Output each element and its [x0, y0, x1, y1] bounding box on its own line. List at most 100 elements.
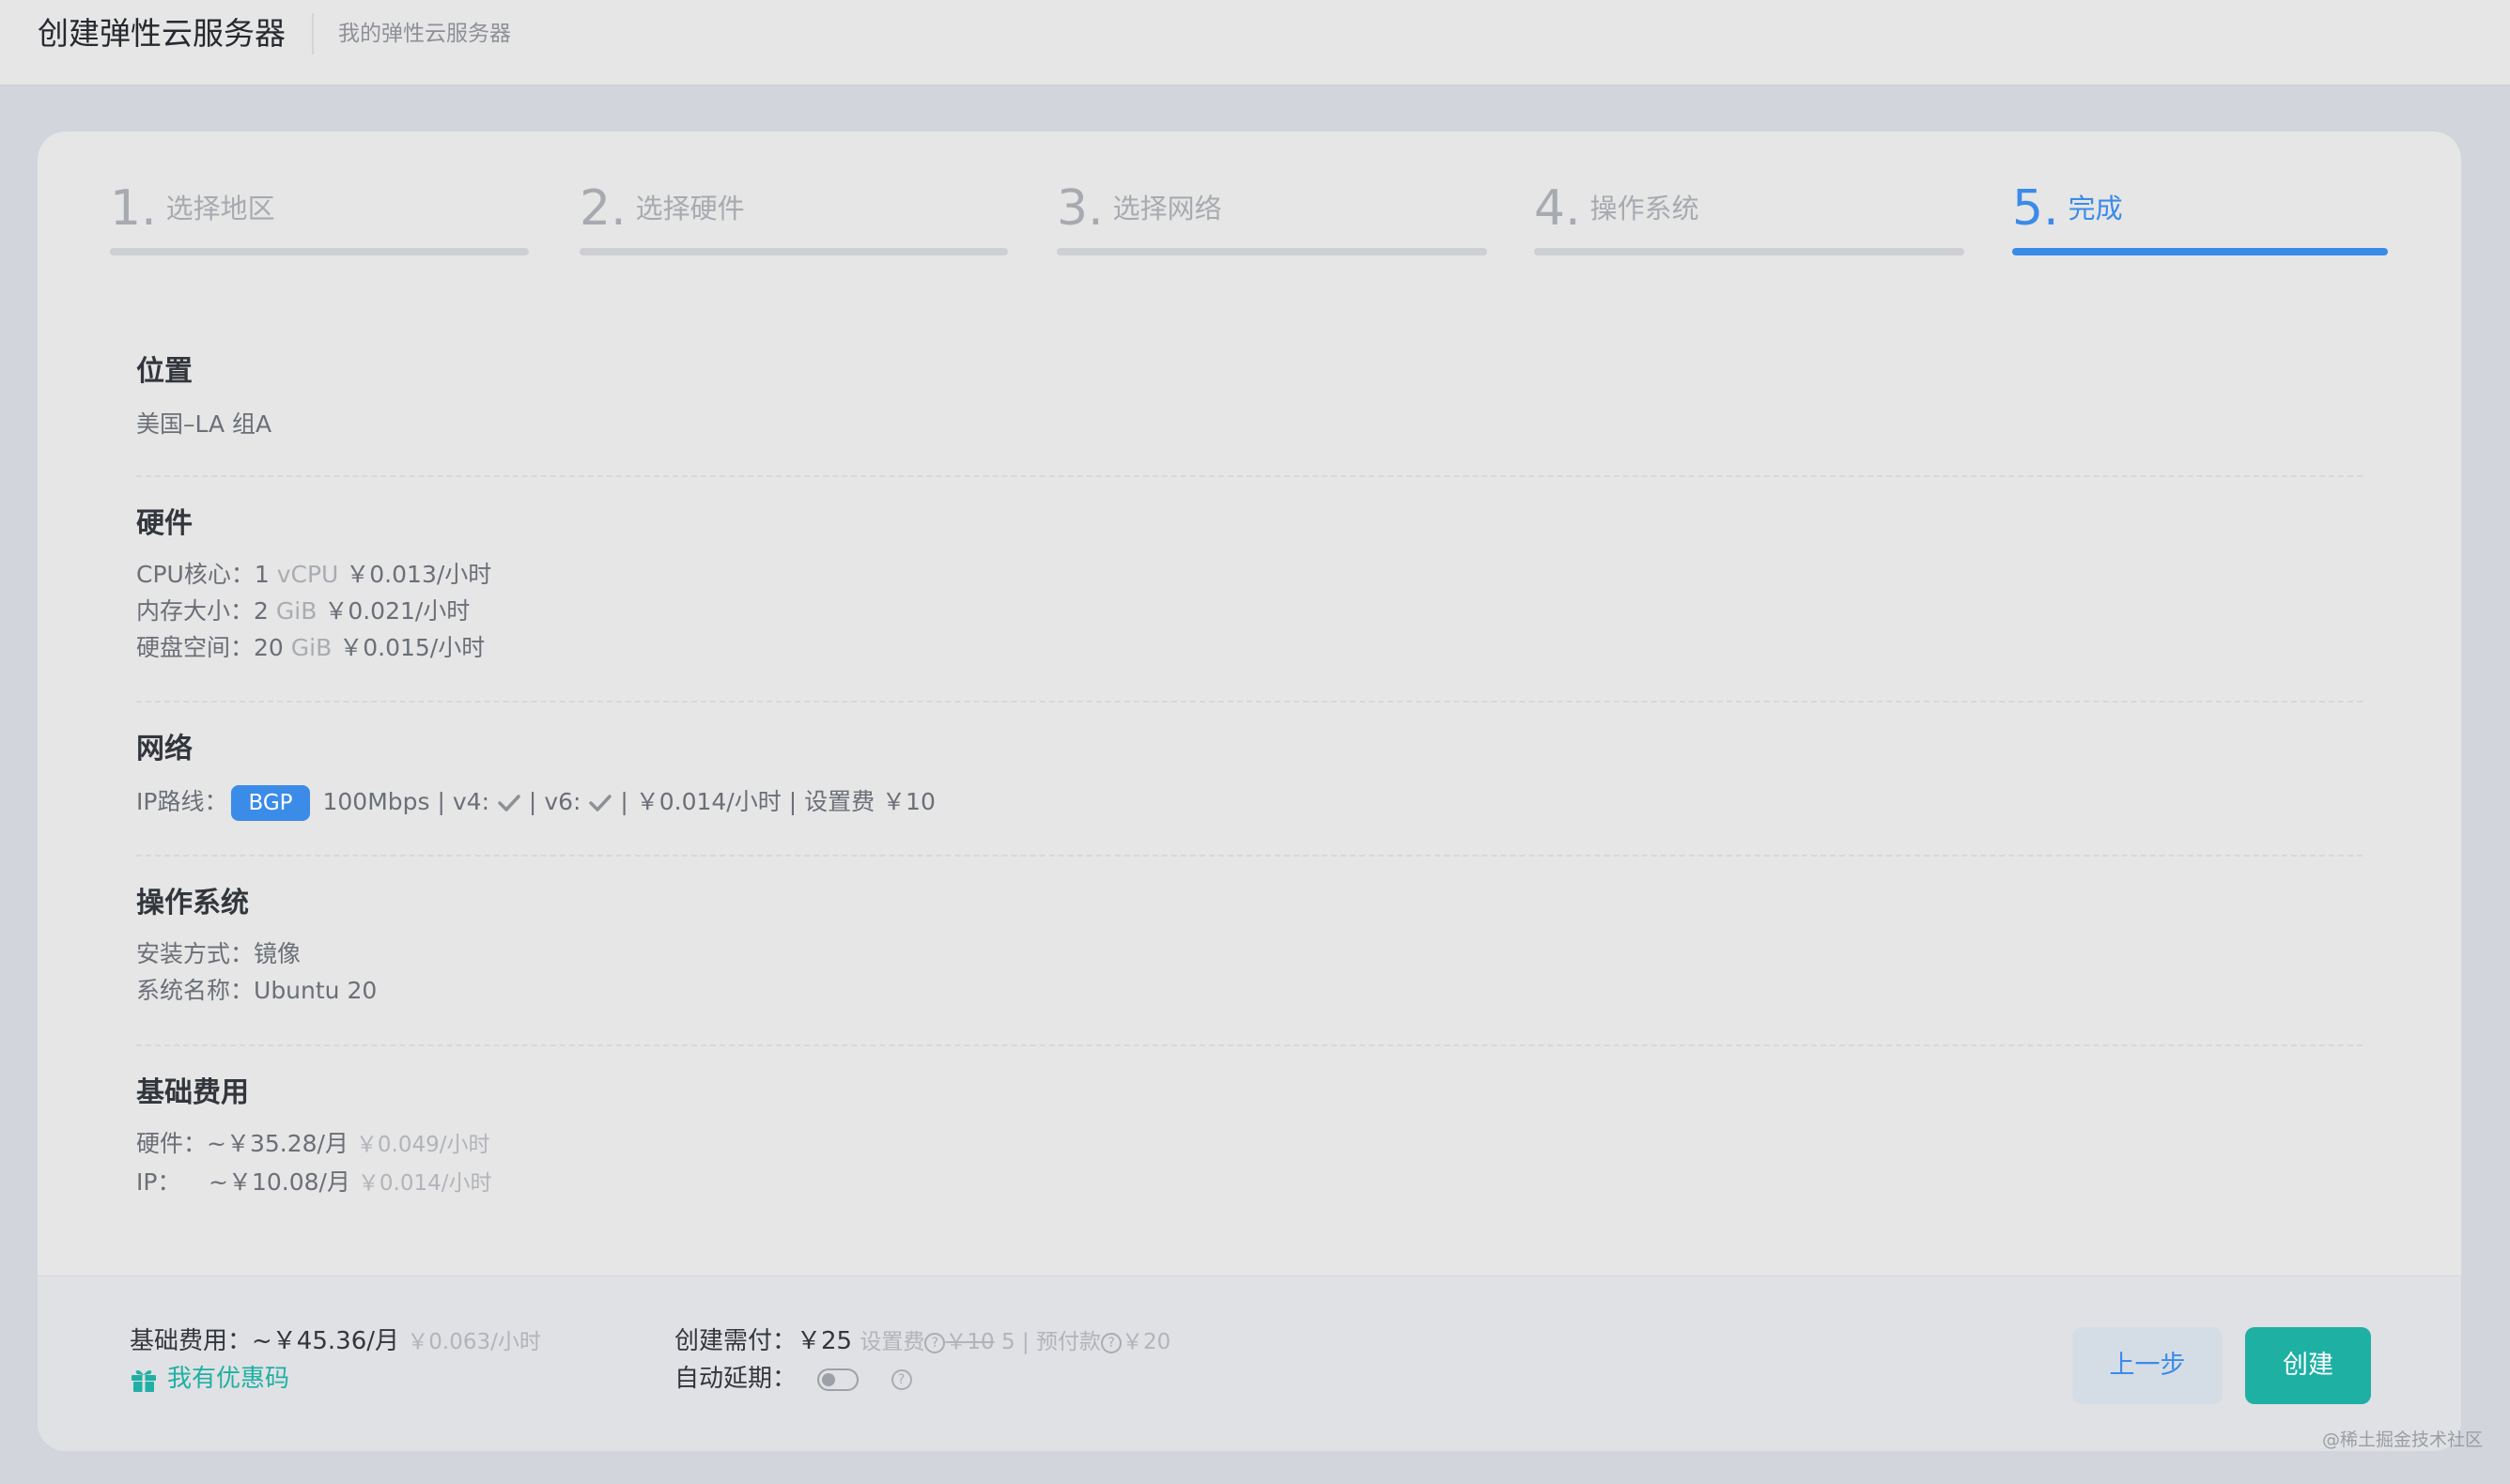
os-name-label: 系统名称： [136, 977, 255, 1004]
step-label: 选择网络 [1112, 193, 1222, 224]
summary-footer: 基础费用：~￥45.36/月 ￥0.063/小时 我有优惠码 创建需付：￥25 … [38, 1275, 2461, 1451]
pipe-separator: | [437, 788, 445, 815]
help-icon[interactable]: ? [924, 1332, 946, 1353]
location-section: 位置 美国–LA 组A [136, 353, 2363, 442]
setup-price: ￥10 [882, 788, 936, 815]
section-divider [136, 701, 2363, 703]
memory-unit: GiB [275, 597, 318, 625]
prepay-value: ￥20 [1121, 1330, 1171, 1354]
footer-payment: 创建需付：￥25 设置费? ￥10 5 | 预付款? ￥20 自动延期： ? [674, 1323, 1170, 1398]
disk-unit: GiB [290, 634, 333, 661]
hardware-fee-value: ~￥35.28/月 [207, 1130, 349, 1157]
bgp-tag: BGP [231, 785, 310, 821]
v6-label: v6: [544, 788, 581, 815]
hardware-fee-label: 硬件： [136, 1130, 208, 1157]
os-name-line: 系统名称：Ubuntu 20 [136, 972, 2363, 1009]
create-button[interactable]: 创建 [2245, 1327, 2371, 1404]
page-title: 创建弹性云服务器 [38, 15, 286, 52]
pipe-separator: | [620, 788, 628, 815]
ip-fee-line: IP： ~￥10.08/月 ￥0.014/小时 [136, 1164, 2363, 1202]
section-divider [136, 1044, 2363, 1046]
auto-renew-line: 自动延期： ? [674, 1361, 1170, 1398]
help-icon[interactable]: ? [1100, 1332, 1122, 1353]
cpu-price: ￥0.013/小时 [346, 561, 492, 588]
step-4[interactable]: 4. 操作系统 [1534, 180, 1964, 255]
section-title: 基础费用 [136, 1076, 249, 1109]
pay-label: 创建需付： [674, 1327, 798, 1355]
setup-fee-info: 设置费? ￥10 5 | 预付款? ￥20 [860, 1330, 1170, 1354]
base-total-line: 基础费用：~￥45.36/月 ￥0.063/小时 [130, 1323, 541, 1361]
check-icon [589, 795, 612, 812]
ip-fee-value: ~￥10.08/月 [209, 1168, 350, 1196]
step-number: 4. [1534, 180, 1581, 237]
disk-price: ￥0.015/小时 [339, 634, 486, 661]
disk-label: 硬盘空间： [136, 634, 255, 661]
hardware-fee-line: 硬件：~￥35.28/月 ￥0.049/小时 [136, 1125, 2363, 1164]
prepay-label: 预付款 [1035, 1330, 1101, 1354]
toggle-knob [822, 1372, 836, 1386]
disk-value: 20 [254, 634, 284, 661]
coupon-label: 我有优惠码 [167, 1365, 290, 1393]
pipe-separator: | [528, 788, 537, 815]
install-value: 镜像 [254, 940, 302, 967]
hardware-section: 硬件 CPU核心：1 vCPU ￥0.013/小时 内存大小：2 GiB ￥0.… [136, 505, 2363, 666]
setup-fee-old: ￥10 [945, 1330, 995, 1354]
network-price: ￥0.014/小时 [635, 788, 782, 815]
step-progress-bar [580, 248, 1008, 255]
step-label: 选择硬件 [635, 193, 745, 224]
section-title: 操作系统 [136, 887, 249, 920]
breadcrumb-link[interactable]: 我的弹性云服务器 [338, 19, 511, 49]
step-2[interactable]: 2. 选择硬件 [580, 180, 1008, 255]
header-divider [312, 13, 314, 54]
v4-label: v4: [452, 788, 490, 815]
ip-fee-label: IP： [136, 1168, 181, 1196]
route-label: IP路线： [136, 788, 228, 815]
section-title: 位置 [136, 355, 193, 388]
memory-price: ￥0.021/小时 [324, 597, 471, 625]
setup-fee-new: 5 [1000, 1330, 1015, 1354]
pipe-separator: | [788, 788, 798, 815]
previous-step-button[interactable]: 上一步 [2072, 1327, 2223, 1404]
step-number: 1. [110, 180, 157, 237]
cpu-label: CPU核心： [136, 561, 255, 588]
ip-fee-hourly: ￥0.014/小时 [357, 1171, 492, 1196]
base-fee-section: 基础费用 硬件：~￥35.28/月 ￥0.049/小时 IP： ~￥10.08/月… [136, 1074, 2363, 1202]
section-title: 硬件 [136, 507, 193, 540]
section-title: 网络 [136, 733, 193, 765]
step-progress-bar [110, 248, 529, 255]
coupon-link[interactable]: 我有优惠码 [130, 1361, 541, 1398]
hardware-fee-hourly: ￥0.049/小时 [355, 1133, 490, 1157]
base-total-label: 基础费用： [130, 1327, 253, 1355]
step-number: 3. [1057, 180, 1104, 237]
watermark: @稀土掘金技术社区 [2322, 1430, 2484, 1450]
step-1[interactable]: 1. 选择地区 [110, 180, 529, 255]
step-3[interactable]: 3. 选择网络 [1057, 180, 1487, 255]
network-section: 网络 IP路线： BGP 100Mbps | v4: | v6: | ￥0.014… [136, 731, 2363, 823]
step-progress-bar [1534, 248, 1964, 255]
step-label: 操作系统 [1589, 193, 1699, 224]
memory-value: 2 [254, 597, 269, 625]
install-line: 安装方式：镜像 [136, 935, 2363, 972]
pipe-separator: | [1021, 1330, 1030, 1354]
step-5[interactable]: 5. 完成 [2012, 180, 2388, 255]
step-label: 选择地区 [165, 193, 275, 224]
step-indicator: 1. 选择地区 2. 选择硬件 3. 选择网络 4. 操作系统 5. 完成 [38, 131, 2461, 272]
install-label: 安装方式： [136, 940, 255, 967]
auto-renew-label: 自动延期： [674, 1365, 798, 1393]
auto-renew-toggle[interactable] [817, 1368, 860, 1391]
wizard-card: 1. 选择地区 2. 选择硬件 3. 选择网络 4. 操作系统 5. 完成 位置 美国–L… [38, 131, 2461, 1451]
pay-value: ￥25 [797, 1327, 853, 1355]
cpu-line: CPU核心：1 vCPU ￥0.013/小时 [136, 556, 2363, 593]
setup-fee-label: 设置费 [860, 1330, 925, 1354]
step-progress-bar [1057, 248, 1487, 255]
memory-line: 内存大小：2 GiB ￥0.021/小时 [136, 593, 2363, 629]
help-icon[interactable]: ? [891, 1368, 912, 1390]
os-name-value: Ubuntu 20 [254, 977, 378, 1004]
network-line: IP路线： BGP 100Mbps | v4: | v6: | ￥0.014/小时… [136, 781, 2363, 823]
setup-label: 设置费 [804, 788, 875, 815]
base-total-value: ~￥45.36/月 [252, 1327, 399, 1355]
cpu-unit: vCPU [276, 561, 339, 588]
base-total-hourly: ￥0.063/小时 [407, 1330, 541, 1354]
step-progress-bar [2012, 248, 2388, 255]
step-label: 完成 [2068, 193, 2123, 224]
